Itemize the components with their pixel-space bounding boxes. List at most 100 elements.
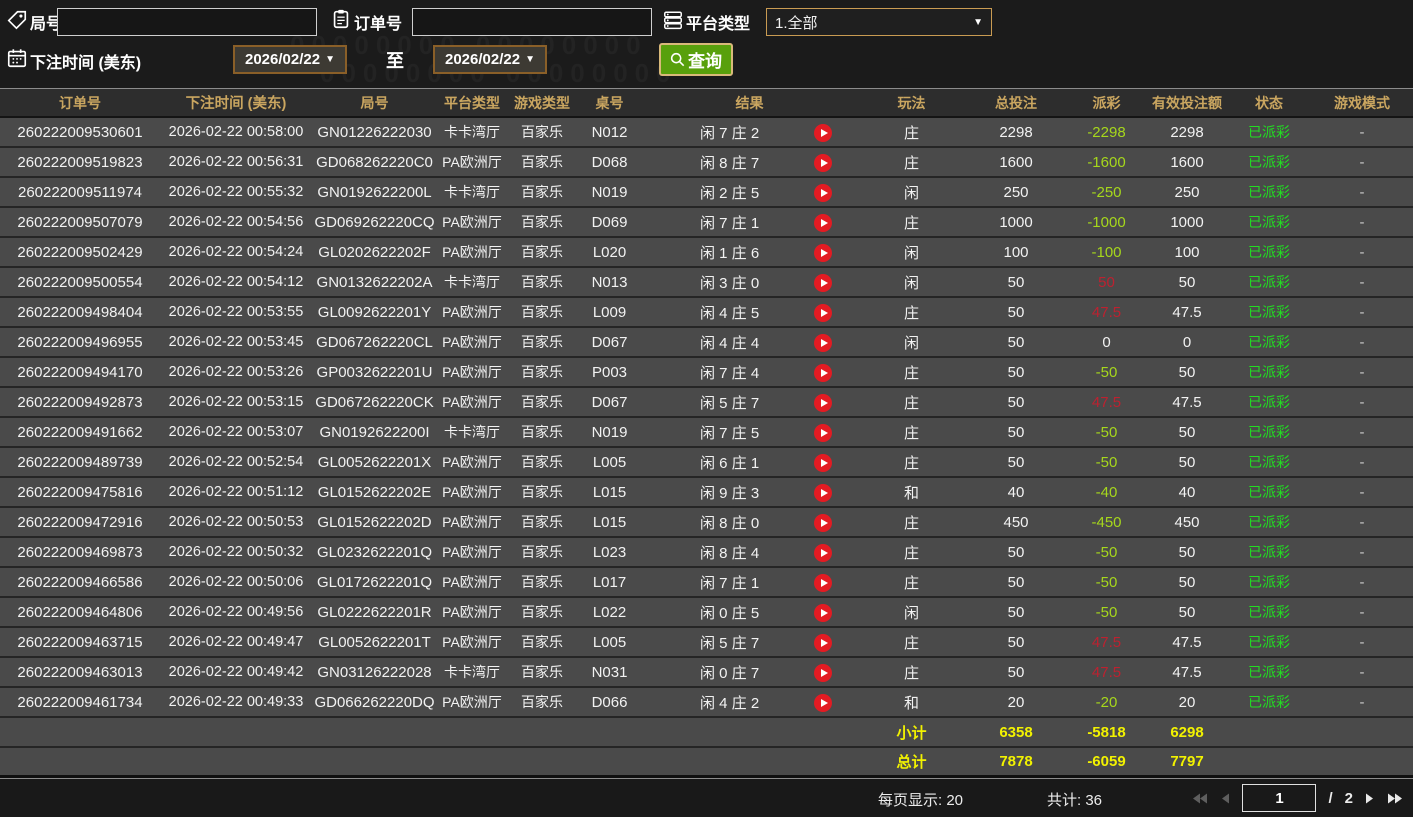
total-bet: 50 [966,328,1066,356]
payout: -50 [1066,568,1147,596]
table-number: L005 [577,448,642,476]
table-number: L005 [577,628,642,656]
play-icon[interactable] [814,154,832,172]
play-icon[interactable] [814,334,832,352]
column-header: 游戏模式 [1311,89,1413,116]
platform-type: PA欧洲厅 [437,508,507,536]
round-id: GN0192622200L [312,178,437,206]
payout: -50 [1066,358,1147,386]
play-icon[interactable] [814,274,832,292]
game-type: 百家乐 [507,388,577,416]
game-type: 百家乐 [507,628,577,656]
date-to-value: 2026/02/22 [445,51,520,68]
table-number: D067 [577,328,642,356]
total-bet: 50 [966,268,1066,296]
column-header: 总投注 [966,89,1066,116]
order-number-label: 订单号 [354,10,402,34]
status-badge: 已派彩 [1227,628,1311,656]
total-bet: 50 [966,628,1066,656]
round-id: GD069262220CQ [312,208,437,236]
round-id: GN0132622202A [312,268,437,296]
prev-page-icon[interactable] [1220,792,1230,805]
play-icon[interactable] [814,244,832,262]
date-to-select[interactable]: 2026/02/22 ▼ [433,45,547,74]
play-icon[interactable] [814,574,832,592]
table-row: 2602220094758162026-02-22 00:51:12GL0152… [0,478,1413,508]
play-icon[interactable] [814,634,832,652]
order-id: 260222009469873 [0,538,160,566]
bet-option: 庄 [857,298,966,326]
platform-type: PA欧洲厅 [437,238,507,266]
order-id: 260222009502429 [0,238,160,266]
column-header: 平台类型 [437,89,507,116]
valid-bet: 1000 [1147,208,1227,236]
order-number-input[interactable] [412,8,652,36]
total-bet: 50 [966,598,1066,626]
result: 闲 5 庄 7 [642,628,857,656]
game-type: 百家乐 [507,538,577,566]
date-from-select[interactable]: 2026/02/22 ▼ [233,45,347,74]
valid-bet: 47.5 [1147,388,1227,416]
play-icon[interactable] [814,514,832,532]
subtotal-total-bet: 6358 [966,718,1066,746]
valid-bet: 50 [1147,268,1227,296]
column-header: 有效投注额 [1147,89,1227,116]
play-icon[interactable] [814,604,832,622]
game-type: 百家乐 [507,658,577,686]
valid-bet: 50 [1147,538,1227,566]
play-icon[interactable] [814,544,832,562]
result-text: 闲 7 庄 4 [700,362,759,383]
valid-bet: 40 [1147,478,1227,506]
table-row: 2602220094617342026-02-22 00:49:33GD0662… [0,688,1413,718]
play-icon[interactable] [814,484,832,502]
payout: -50 [1066,598,1147,626]
bet-option: 庄 [857,538,966,566]
next-page-icon[interactable] [1365,792,1375,805]
first-page-icon[interactable] [1192,792,1208,805]
last-page-icon[interactable] [1387,792,1403,805]
bet-option: 闲 [857,178,966,206]
bet-time: 2026-02-22 00:52:54 [160,448,312,476]
game-type: 百家乐 [507,238,577,266]
total-bet: 50 [966,388,1066,416]
result-text: 闲 6 庄 1 [700,452,759,473]
valid-bet: 50 [1147,418,1227,446]
bet-option: 和 [857,688,966,716]
table-number: D069 [577,208,642,236]
table-row: 2602220094637152026-02-22 00:49:47GL0052… [0,628,1413,658]
game-mode: - [1311,298,1413,326]
play-icon[interactable] [814,664,832,682]
page-number-input[interactable] [1242,784,1316,812]
round-number-input[interactable] [57,8,317,36]
table-row: 2602220094698732026-02-22 00:50:32GL0232… [0,538,1413,568]
play-icon[interactable] [814,124,832,142]
table-number: N013 [577,268,642,296]
status-badge: 已派彩 [1227,328,1311,356]
search-button[interactable]: 查询 [659,43,733,76]
total-bet: 20 [966,688,1066,716]
platform-type: PA欧洲厅 [437,328,507,356]
search-button-label: 查询 [688,47,722,72]
table-number: L015 [577,508,642,536]
play-icon[interactable] [814,304,832,322]
play-icon[interactable] [814,214,832,232]
valid-bet: 50 [1147,568,1227,596]
table-row: 2602220094941702026-02-22 00:53:26GP0032… [0,358,1413,388]
play-icon[interactable] [814,454,832,472]
result-text: 闲 5 庄 7 [700,632,759,653]
play-icon[interactable] [814,184,832,202]
order-id: 260222009507079 [0,208,160,236]
total-bet: 50 [966,358,1066,386]
payout: 47.5 [1066,388,1147,416]
status-badge: 已派彩 [1227,298,1311,326]
game-type: 百家乐 [507,688,577,716]
payout: -450 [1066,508,1147,536]
round-id: GD067262220CL [312,328,437,356]
platform-type-select[interactable]: 1.全部 ▼ [766,8,992,36]
play-icon[interactable] [814,364,832,382]
game-mode: - [1311,328,1413,356]
play-icon[interactable] [814,424,832,442]
play-icon[interactable] [814,694,832,712]
table-row: 2602220095306012026-02-22 00:58:00GN0122… [0,118,1413,148]
play-icon[interactable] [814,394,832,412]
